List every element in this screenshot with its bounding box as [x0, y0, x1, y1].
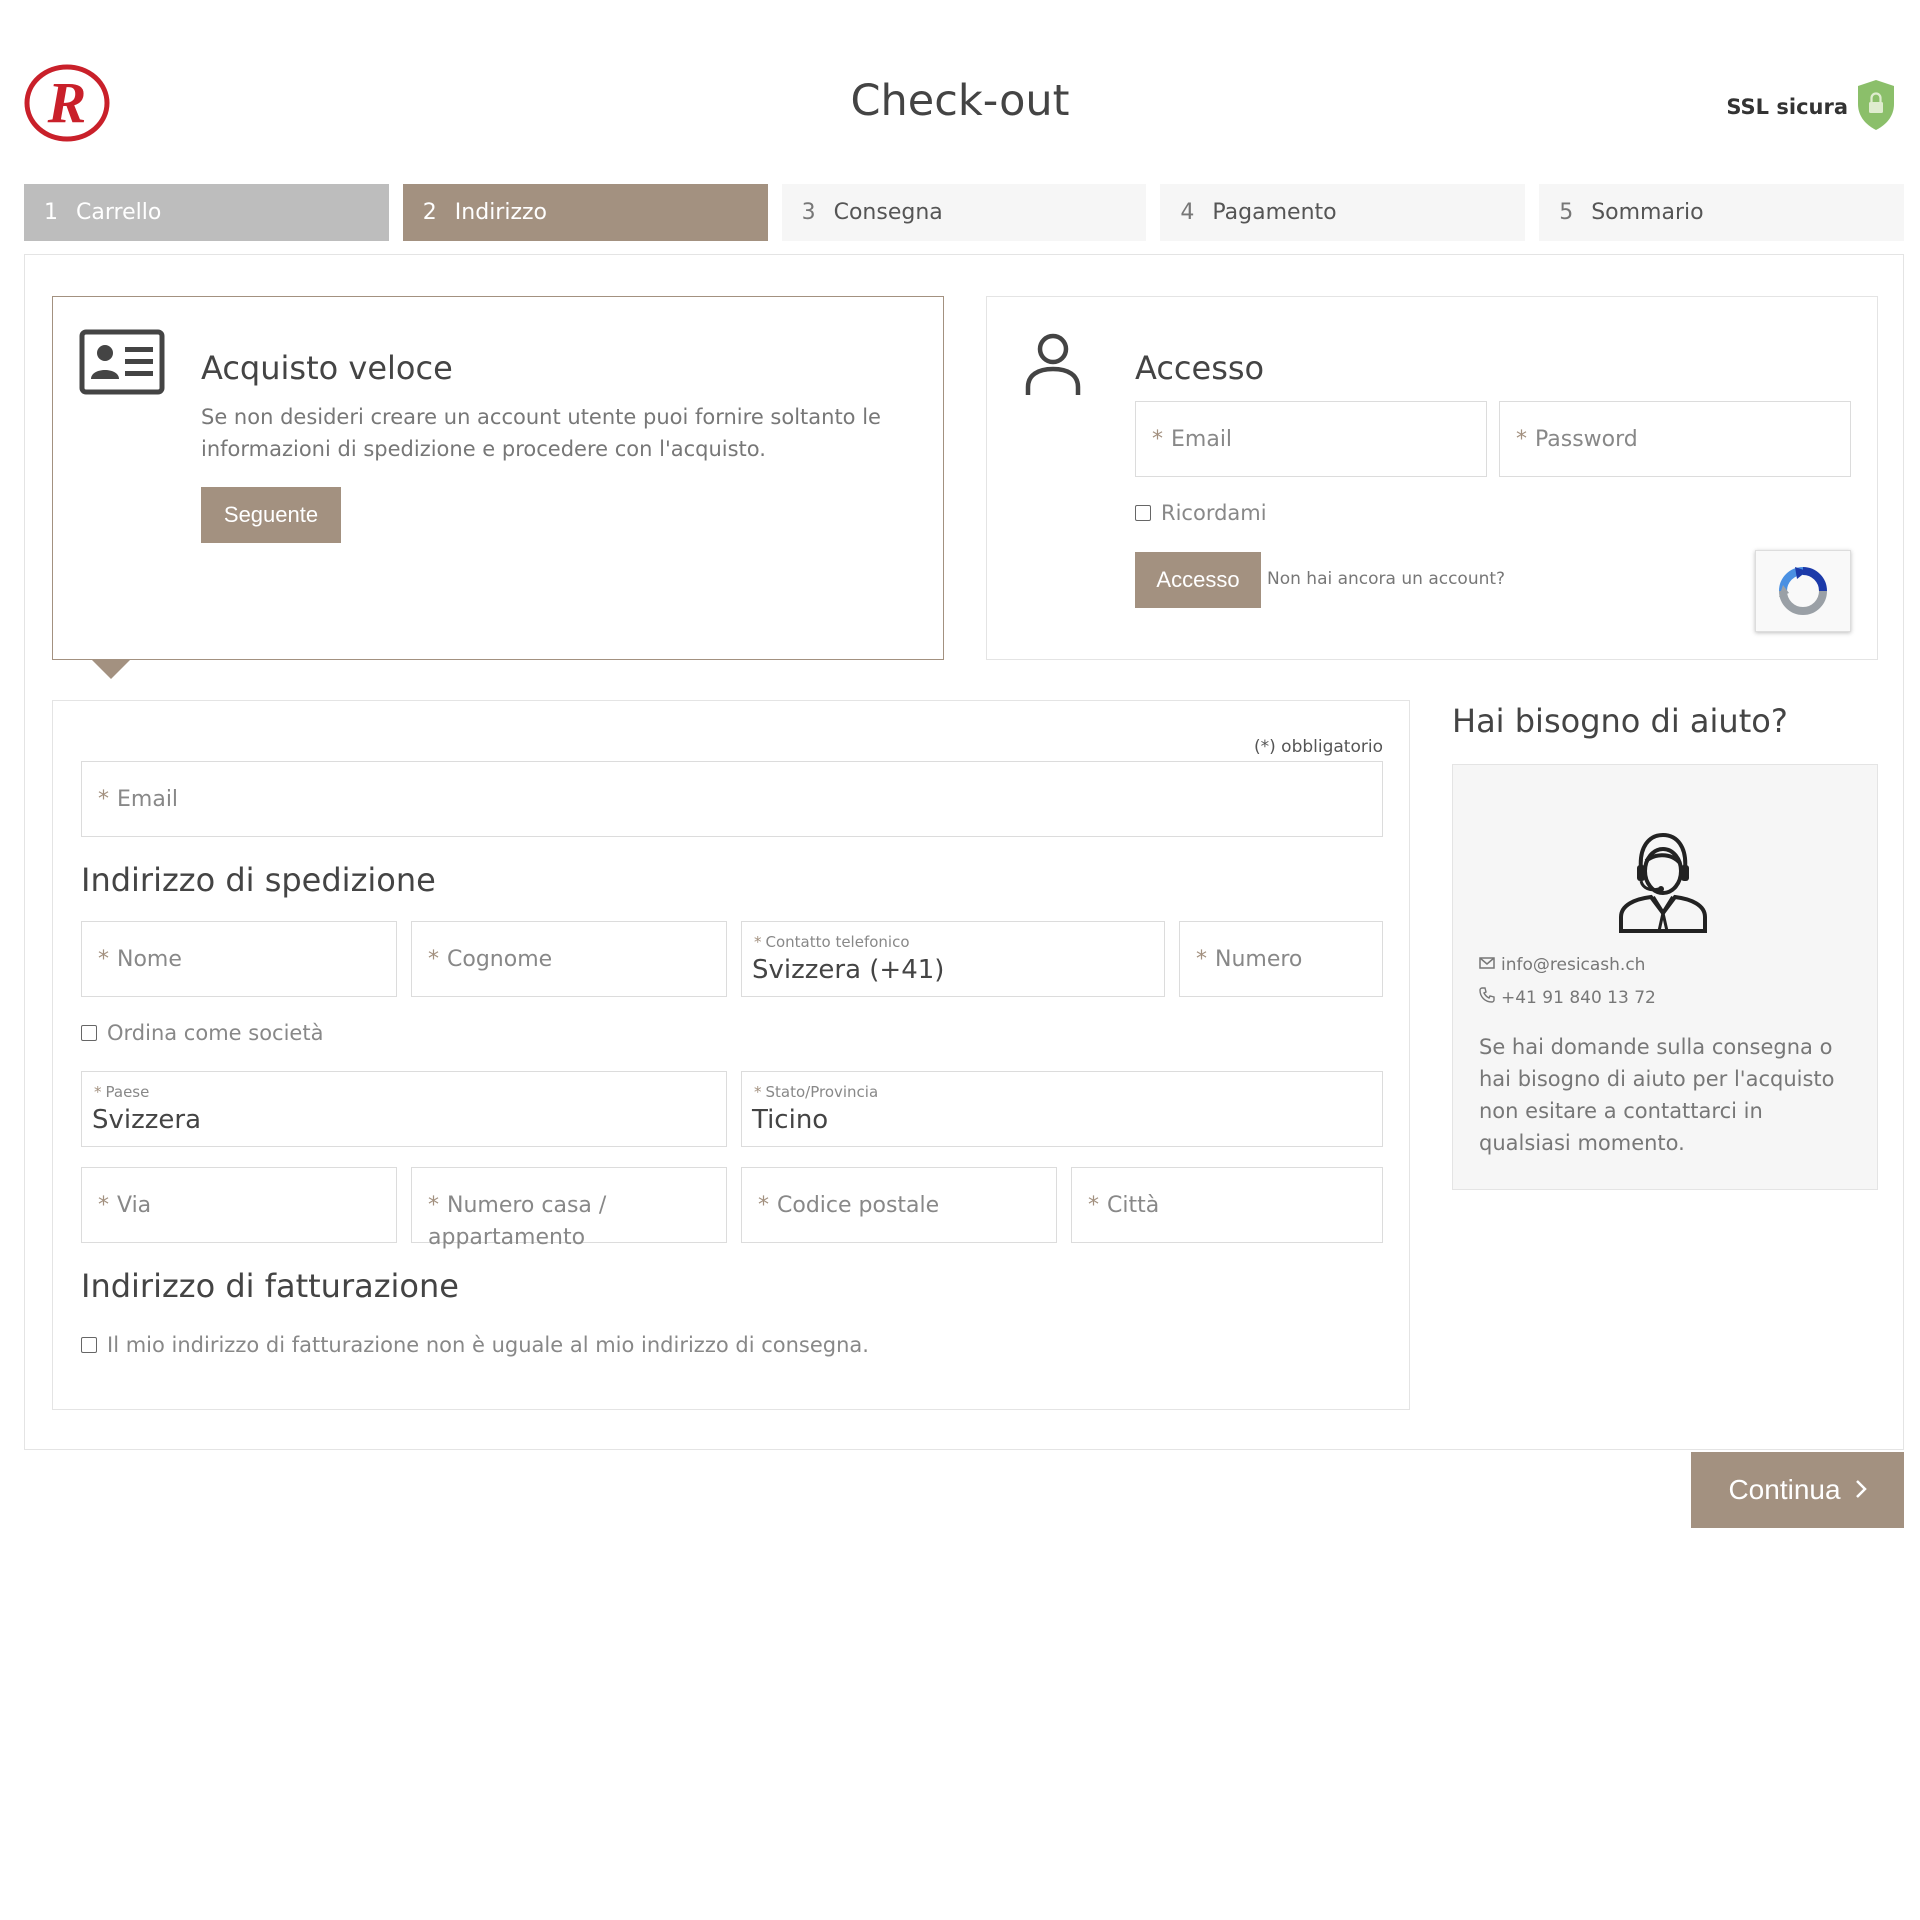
required-star: *	[98, 786, 109, 812]
address-form: (*) obbligatorio * Email Indirizzo di sp…	[52, 700, 1410, 1410]
billing-different-label: Il mio indirizzo di fatturazione non è u…	[107, 1333, 869, 1357]
step-label: Consegna	[833, 200, 943, 225]
city-field[interactable]: * Città	[1071, 1167, 1383, 1243]
step-number: 1	[44, 200, 58, 225]
login-card: Accesso * Email * Password Ricordami Acc…	[986, 296, 1878, 660]
remember-me-label: Ricordami	[1161, 501, 1267, 525]
house-number-field[interactable]: * Numero casa / appartamento	[411, 1167, 727, 1250]
remember-me-checkbox[interactable]	[1135, 505, 1151, 521]
help-phone-row[interactable]: +41 91 840 13 72	[1479, 987, 1656, 1008]
state-label: * Stato/Provincia	[754, 1083, 879, 1101]
state-select[interactable]: * Stato/Provincia Ticino	[741, 1071, 1383, 1147]
phone-country-label: * Contatto telefonico	[754, 933, 910, 951]
id-card-icon	[79, 329, 165, 399]
email-field[interactable]: * Email	[81, 761, 1383, 837]
country-value: Svizzera	[92, 1105, 202, 1135]
first-name-field[interactable]: * Nome	[81, 921, 397, 997]
login-button[interactable]: Accesso	[1135, 552, 1261, 608]
phone-number-placeholder: Numero	[1215, 946, 1303, 972]
billing-different-checkbox[interactable]	[81, 1337, 97, 1353]
required-star: *	[758, 1192, 769, 1218]
postal-code-field[interactable]: * Codice postale	[741, 1167, 1057, 1243]
quick-purchase-title: Acquisto veloce	[201, 349, 453, 387]
phone-country-select[interactable]: * Contatto telefonico Svizzera (+41)	[741, 921, 1165, 997]
step-carrello[interactable]: 1 Carrello	[24, 184, 389, 241]
help-text: Se hai domande sulla consegna o hai biso…	[1479, 1035, 1835, 1155]
login-password-input[interactable]: * Password	[1499, 401, 1851, 477]
street-field[interactable]: * Via	[81, 1167, 397, 1243]
register-link[interactable]: Non hai ancora un account?	[1267, 569, 1505, 589]
shipping-address-title: Indirizzo di spedizione	[81, 861, 436, 899]
house-number-placeholder: * Numero casa / appartamento	[428, 1193, 607, 1250]
login-email-input[interactable]: * Email	[1135, 401, 1487, 477]
ssl-badge: SSL sicura	[1726, 78, 1898, 136]
support-agent-icon	[1613, 825, 1713, 939]
step-pagamento[interactable]: 4 Pagamento	[1160, 184, 1526, 241]
country-select[interactable]: * Paese Svizzera	[81, 1071, 727, 1147]
help-box: info@resicash.ch +41 91 840 13 72 Se hai…	[1452, 764, 1878, 1190]
required-star: *	[98, 1192, 109, 1218]
checkout-steps: 1 Carrello 2 Indirizzo 3 Consegna 4 Paga…	[24, 184, 1904, 241]
step-indirizzo[interactable]: 2 Indirizzo	[402, 184, 768, 241]
page-title: Check-out	[850, 76, 1070, 126]
step-number: 4	[1180, 200, 1195, 225]
continue-label: Continua	[1728, 1474, 1841, 1505]
first-name-placeholder: Nome	[117, 946, 182, 972]
required-star: *	[1088, 1192, 1099, 1218]
step-number: 5	[1559, 200, 1574, 225]
help-title: Hai bisogno di aiuto?	[1452, 702, 1788, 740]
billing-address-title: Indirizzo di fatturazione	[81, 1267, 459, 1305]
card-pointer	[91, 659, 131, 679]
remember-me-row[interactable]: Ricordami	[1135, 501, 1267, 525]
page-header: R Check-out SSL sicura	[0, 0, 1920, 180]
ssl-label: SSL sicura	[1726, 95, 1848, 119]
required-note: (*) obbligatorio	[1254, 737, 1383, 757]
mail-icon	[1479, 955, 1495, 975]
step-number: 2	[422, 200, 437, 225]
step-consegna[interactable]: 3 Consegna	[781, 184, 1147, 241]
phone-number-field[interactable]: * Numero	[1179, 921, 1383, 997]
state-value: Ticino	[752, 1105, 829, 1135]
user-icon	[1023, 331, 1083, 401]
required-star: *	[1196, 946, 1207, 972]
company-order-label: Ordina come società	[107, 1021, 324, 1045]
last-name-field[interactable]: * Cognome	[411, 921, 727, 997]
login-password-placeholder: Password	[1535, 426, 1638, 452]
step-label: Pagamento	[1212, 200, 1337, 225]
next-button[interactable]: Seguente	[201, 487, 341, 543]
chevron-right-icon	[1855, 1474, 1867, 1506]
email-placeholder: Email	[117, 786, 179, 812]
help-email[interactable]: info@resicash.ch	[1501, 955, 1645, 975]
step-label: Carrello	[76, 200, 162, 225]
step-label: Indirizzo	[454, 200, 548, 225]
phone-icon	[1479, 987, 1495, 1008]
postal-code-placeholder: Codice postale	[777, 1192, 940, 1218]
login-email-placeholder: Email	[1171, 426, 1233, 452]
recaptcha-icon[interactable]	[1755, 550, 1851, 632]
step-number: 3	[801, 200, 816, 225]
continue-button[interactable]: Continua	[1691, 1452, 1904, 1528]
country-label: * Paese	[94, 1083, 150, 1101]
required-star: *	[98, 946, 109, 972]
street-placeholder: Via	[117, 1192, 152, 1218]
last-name-placeholder: Cognome	[447, 946, 553, 972]
required-star: *	[1516, 426, 1527, 452]
phone-country-value: Svizzera (+41)	[752, 955, 945, 985]
help-phone[interactable]: +41 91 840 13 72	[1501, 988, 1656, 1008]
step-sommario[interactable]: 5 Sommario	[1539, 184, 1904, 241]
required-star: *	[428, 946, 439, 972]
quick-purchase-description: Se non desideri creare un account utente…	[201, 405, 881, 461]
company-order-checkbox[interactable]	[81, 1025, 97, 1041]
billing-different-row[interactable]: Il mio indirizzo di fatturazione non è u…	[81, 1333, 869, 1357]
step-label: Sommario	[1591, 200, 1704, 225]
quick-purchase-card: Acquisto veloce Se non desideri creare u…	[52, 296, 944, 679]
required-star: *	[1152, 426, 1163, 452]
shield-lock-icon	[1854, 78, 1898, 136]
company-order-row[interactable]: Ordina come società	[81, 1021, 323, 1045]
login-title: Accesso	[1135, 349, 1265, 387]
help-email-row[interactable]: info@resicash.ch	[1479, 955, 1645, 975]
city-placeholder: Città	[1107, 1192, 1160, 1218]
